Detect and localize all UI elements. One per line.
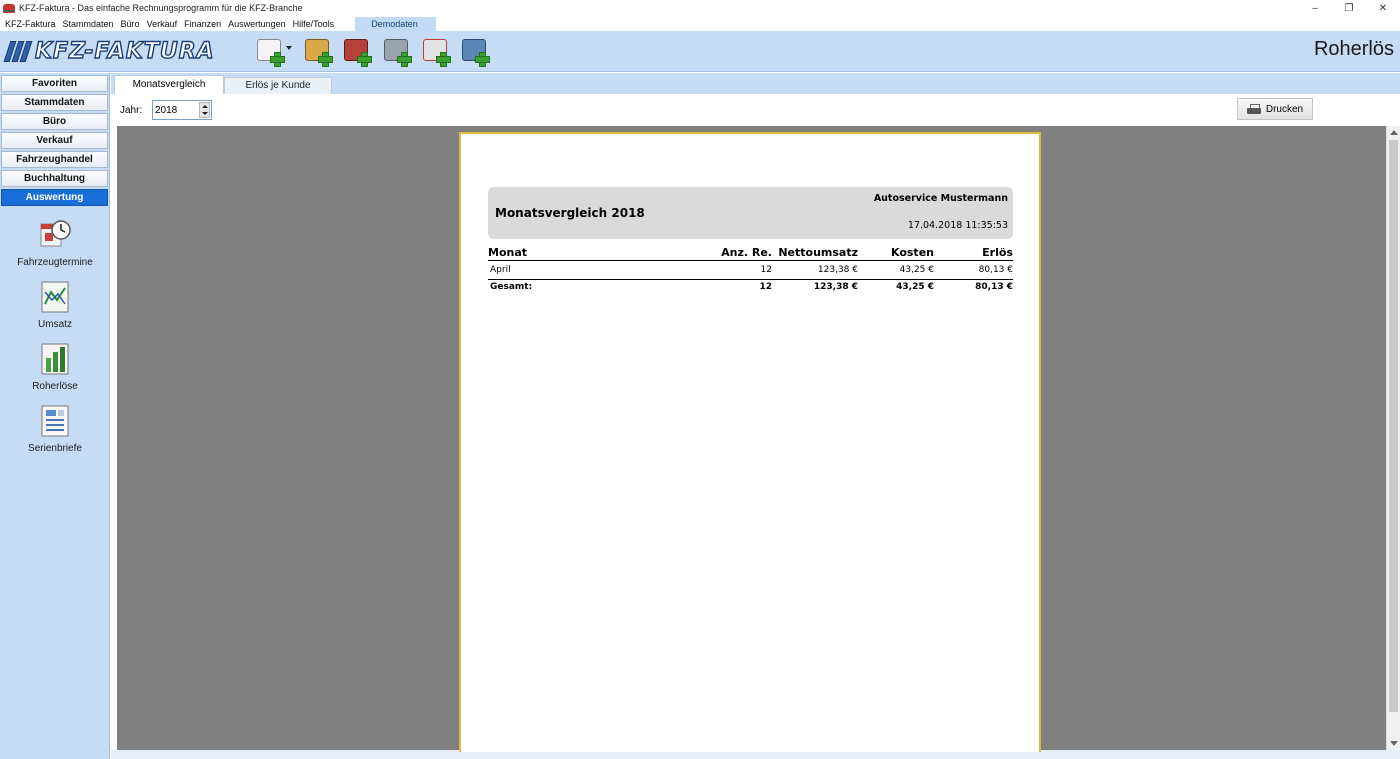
cell-anzahl: 12 [760,265,772,275]
stepper-buttons[interactable] [199,102,210,118]
scroll-up-icon[interactable] [1390,130,1398,135]
column-header-kosten: Kosten [891,246,934,259]
column-header-erloes: Erlös [982,246,1013,259]
report-table: Monat Anz. Re. Nettoumsatz Kosten Erlös … [488,246,1013,296]
add-service-button[interactable] [381,36,412,67]
column-header-monat: Monat [488,246,528,259]
tab-monatsvergleich[interactable]: Monatsvergleich [114,75,224,94]
cell-erloes: 80,13 € [978,265,1013,275]
plus-icon [436,52,451,67]
sidebar-section-verkauf[interactable]: Verkauf [1,132,108,149]
sidebar-item-label: Roherlöse [32,381,78,392]
table-header: Monat Anz. Re. Nettoumsatz Kosten Erlös [488,246,1013,261]
sidebar-item-label: Umsatz [38,319,72,330]
calendar-clock-icon [39,218,71,252]
sidebar-section-stammdaten[interactable]: Stammdaten [1,94,108,111]
vertical-scrollbar[interactable] [1386,126,1400,750]
menu-verkauf[interactable]: Verkauf [147,19,178,29]
print-button-label: Drucken [1265,103,1304,115]
plus-icon [397,52,412,67]
sidebar-item-roherloese[interactable]: Roherlöse [0,342,110,392]
new-document-button[interactable] [254,36,285,67]
add-vehicle-button[interactable] [341,36,372,67]
sidebar-item-fahrzeugtermine[interactable]: Fahrzeugtermine [0,218,110,268]
close-button[interactable]: ✕ [1366,0,1400,16]
sidebar-item-label: Serienbriefe [28,443,82,454]
menu-kfz-faktura[interactable]: KFZ-Faktura [5,19,56,29]
plus-icon [318,52,333,67]
total-netto: 123,38 € [813,282,858,292]
menu-stammdaten[interactable]: Stammdaten [63,19,114,29]
window-title: KFZ-Faktura - Das einfache Rechnungsprog… [19,3,303,13]
sidebar-item-umsatz[interactable]: Umsatz [0,280,110,330]
print-button[interactable]: Drucken [1237,98,1313,120]
total-anzahl: 12 [759,282,772,292]
cell-netto: 123,38 € [817,265,858,275]
year-label: Jahr: [120,105,143,116]
year-stepper[interactable]: 2018 [152,100,212,120]
sidebar-section-auswertung[interactable]: Auswertung [1,189,108,206]
tab-strip: Monatsvergleich Erlös je Kunde [111,73,1400,94]
total-kosten: 43,25 € [896,282,934,292]
line-chart-icon [39,280,71,314]
sidebar-item-serienbriefe[interactable]: Serienbriefe [0,404,110,454]
column-header-netto: Nettoumsatz [778,246,858,259]
toolbar: KFZ-FAKTURA [0,31,1400,72]
tab-erloes-je-kunde[interactable]: Erlös je Kunde [224,77,332,94]
chevron-up-icon[interactable] [202,105,208,108]
report-title: Monatsvergleich 2018 [495,206,645,220]
column-header-anzahl: Anz. Re. [721,246,772,259]
menu-hilfe-tools[interactable]: Hilfe/Tools [293,19,335,29]
sidebar-section-favoriten[interactable]: Favoriten [1,75,108,92]
table-total-row: Gesamt: 12 123,38 € 43,25 € 80,13 € [488,280,1013,296]
filter-bar: Jahr: 2018 Drucken [111,94,1400,126]
report-datetime: 17.04.2018 11:35:53 [907,220,1008,231]
app-car-icon [3,3,15,13]
report-header: Monatsvergleich 2018 Autoservice Musterm… [488,187,1013,239]
logo-text: KFZ-FAKTURA [34,38,215,64]
menu-auswertungen[interactable]: Auswertungen [228,19,286,29]
table-row: April 12 123,38 € 43,25 € 80,13 € [488,261,1013,280]
cell-kosten: 43,25 € [899,265,934,275]
scroll-down-icon[interactable] [1390,741,1398,746]
add-delivery-button[interactable] [459,36,490,67]
add-part-button[interactable] [420,36,451,67]
chevron-down-icon[interactable] [202,112,208,115]
sidebar-section-fahrzeughandel[interactable]: Fahrzeughandel [1,151,108,168]
cell-monat: April [490,265,511,275]
chevron-down-icon[interactable] [286,46,292,50]
report-company: Autoservice Mustermann [873,193,1008,204]
page-title: Roherlös [1313,38,1394,60]
restore-button[interactable]: ❐ [1332,0,1366,16]
title-bar: KFZ-Faktura - Das einfache Rechnungsprog… [0,0,1400,16]
total-erloes: 80,13 € [975,282,1013,292]
demo-data-badge[interactable]: Demodaten [355,16,436,31]
scroll-thumb[interactable] [1389,140,1398,712]
sidebar-section-buero[interactable]: Büro [1,113,108,130]
sidebar-section-buchhaltung[interactable]: Buchhaltung [1,170,108,187]
plus-icon [270,52,285,67]
menu-bar: KFZ-Faktura Stammdaten Büro Verkauf Fina… [0,16,1400,31]
report-page: Monatsvergleich 2018 Autoservice Musterm… [459,132,1041,752]
sidebar-item-label: Fahrzeugtermine [17,257,93,268]
menu-finanzen[interactable]: Finanzen [184,19,221,29]
total-label: Gesamt: [490,282,533,292]
printer-icon [1246,103,1261,115]
logo-bars-icon [3,40,33,62]
window-controls: – ❐ ✕ [1298,0,1400,16]
bar-chart-icon [39,342,71,376]
sidebar: Favoriten Stammdaten Büro Verkauf Fahrze… [0,73,110,759]
add-customer-button[interactable] [302,36,333,67]
year-value[interactable]: 2018 [155,105,177,116]
app-logo: KFZ-FAKTURA [3,38,215,64]
plus-icon [475,52,490,67]
minimize-button[interactable]: – [1298,0,1332,16]
plus-icon [357,52,372,67]
letter-icon [39,404,71,438]
menu-buero[interactable]: Büro [121,19,140,29]
